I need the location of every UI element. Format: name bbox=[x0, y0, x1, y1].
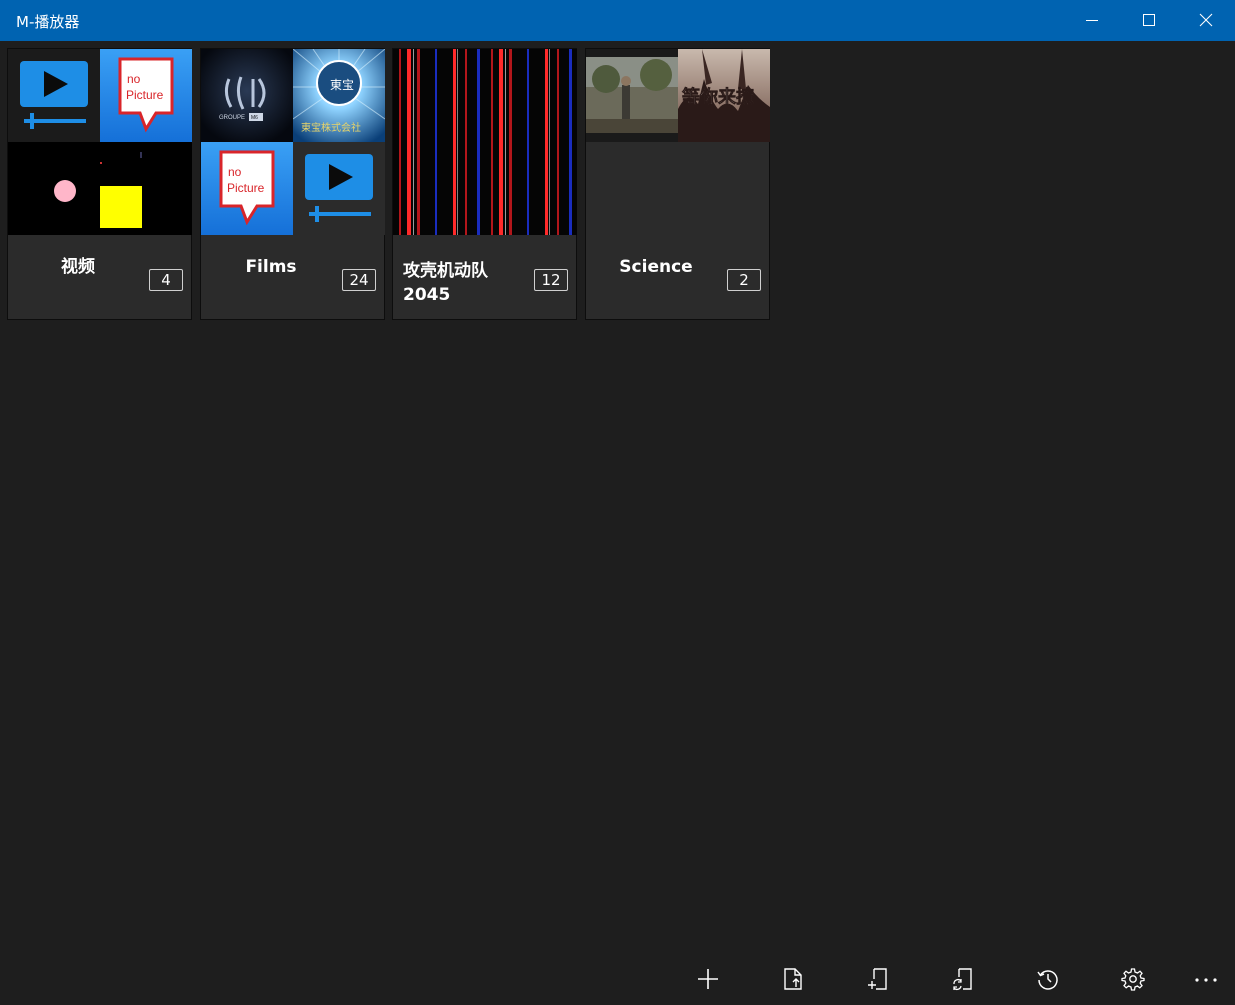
album-tile-ghost-in-the-shell[interactable]: 攻壳机动队2045 12 bbox=[392, 48, 577, 320]
yellow-square-frame bbox=[100, 142, 192, 235]
refresh-library-icon bbox=[953, 968, 972, 991]
title-bar: M-播放器 bbox=[0, 0, 1235, 41]
close-icon bbox=[1199, 13, 1213, 27]
open-file-button[interactable] bbox=[762, 954, 822, 1004]
add-icon bbox=[698, 969, 718, 989]
album-tile-videos[interactable]: no Picture 视频 4 bbox=[7, 48, 192, 320]
album-name: Films bbox=[245, 257, 297, 277]
history-icon bbox=[1037, 970, 1058, 990]
no-picture-icon: no Picture bbox=[100, 49, 192, 142]
album-tile-films[interactable]: GROUPE M6 東宝 東宝株式会社 no Picture Films 24 bbox=[200, 48, 385, 320]
command-bar bbox=[1, 954, 1234, 1004]
svg-text:no: no bbox=[127, 72, 141, 86]
striped-frame bbox=[485, 142, 577, 235]
outdoor-scene-frame bbox=[586, 49, 678, 142]
svg-text:GROUPE: GROUPE bbox=[219, 115, 245, 121]
add-folder-icon bbox=[868, 968, 887, 990]
thumbnail-crowd-scene: 等你来撩 bbox=[678, 49, 770, 142]
app-title: M-播放器 bbox=[16, 13, 80, 31]
library-grid: no Picture 视频 4 GROUPE M6 東宝 東宝株式会社 no P… bbox=[1, 41, 1234, 1004]
svg-text:等你来撩: 等你来撩 bbox=[682, 86, 755, 108]
add-button[interactable] bbox=[677, 954, 737, 1004]
minimize-icon bbox=[1086, 20, 1098, 21]
maximize-icon bbox=[1143, 14, 1155, 26]
open-file-icon bbox=[784, 968, 802, 990]
film-logo-frame: GROUPE M6 bbox=[201, 49, 293, 142]
album-name: 视频 bbox=[61, 257, 95, 277]
svg-text:Picture: Picture bbox=[227, 181, 265, 195]
thumbnail-pink-dot bbox=[8, 142, 100, 235]
maximize-button[interactable] bbox=[1121, 0, 1178, 41]
add-folder-button[interactable] bbox=[847, 954, 907, 1004]
close-button[interactable] bbox=[1178, 0, 1235, 41]
thumbnail-no-picture: no Picture bbox=[201, 142, 293, 235]
thumbnail-striped bbox=[393, 49, 485, 142]
svg-text:no: no bbox=[228, 165, 242, 179]
thumbnail-striped bbox=[393, 142, 485, 235]
svg-text:Picture: Picture bbox=[126, 88, 164, 102]
thumbnail-no-picture: no Picture bbox=[100, 49, 192, 142]
album-tile-science[interactable]: 等你来撩 Science 2 bbox=[585, 48, 770, 320]
album-count-badge: 12 bbox=[534, 269, 568, 291]
more-icon bbox=[1195, 978, 1217, 982]
striped-frame bbox=[393, 49, 485, 142]
studio-logo-frame: 東宝 東宝株式会社 bbox=[293, 49, 385, 142]
svg-text:M6: M6 bbox=[251, 115, 258, 121]
crowd-scene-frame: 等你来撩 bbox=[678, 49, 770, 142]
thumbnail-striped bbox=[485, 142, 577, 235]
thumbnail-outdoor-scene bbox=[586, 49, 678, 142]
minimize-button[interactable] bbox=[1064, 0, 1121, 41]
striped-frame bbox=[485, 49, 577, 142]
album-name: 攻壳机动队2045 bbox=[403, 261, 488, 305]
thumbnail-studio-logo: 東宝 東宝株式会社 bbox=[293, 49, 385, 142]
pink-dot-frame bbox=[8, 142, 100, 235]
refresh-library-button[interactable] bbox=[932, 954, 992, 1004]
thumbnail-yellow-square bbox=[100, 142, 192, 235]
thumbnail-film-logo: GROUPE M6 bbox=[201, 49, 293, 142]
play-video-icon bbox=[293, 142, 385, 235]
thumbnail-play-video bbox=[293, 142, 385, 235]
settings-button[interactable] bbox=[1102, 954, 1162, 1004]
album-count-badge: 4 bbox=[149, 269, 183, 291]
history-button[interactable] bbox=[1017, 954, 1077, 1004]
thumbnail-play-video bbox=[8, 49, 100, 142]
album-count-badge: 2 bbox=[727, 269, 761, 291]
no-picture-icon: no Picture bbox=[201, 142, 293, 235]
album-name: Science bbox=[619, 257, 693, 277]
play-video-icon bbox=[8, 49, 100, 142]
svg-text:東宝: 東宝 bbox=[330, 78, 354, 92]
album-count-badge: 24 bbox=[342, 269, 376, 291]
gear-icon bbox=[1121, 968, 1145, 991]
more-button[interactable] bbox=[1175, 954, 1235, 1004]
striped-frame bbox=[393, 142, 485, 235]
thumbnail-striped bbox=[485, 49, 577, 142]
svg-text:東宝株式会社: 東宝株式会社 bbox=[301, 121, 361, 134]
